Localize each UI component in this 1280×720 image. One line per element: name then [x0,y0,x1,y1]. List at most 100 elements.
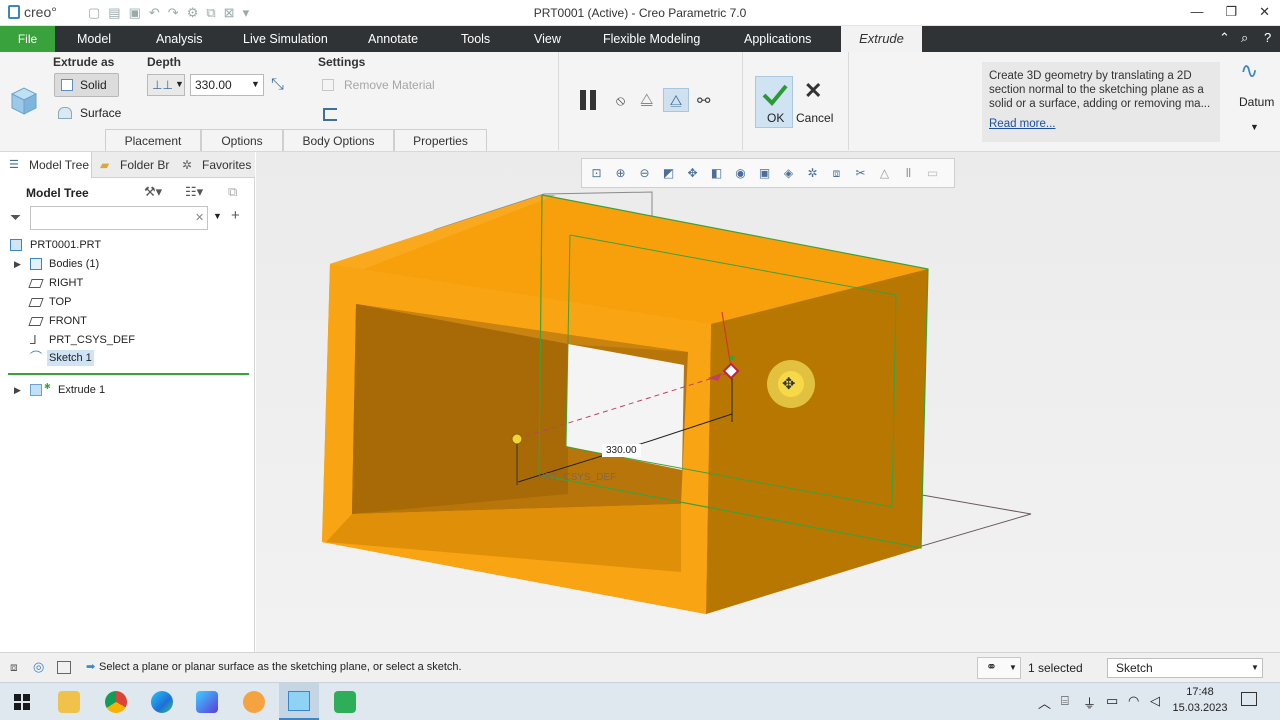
datum-label[interactable]: Datum [1239,95,1274,109]
wifi-icon[interactable]: ◠ [1128,693,1139,709]
notifications-icon[interactable] [1241,692,1257,706]
windows-start-icon[interactable] [14,694,30,710]
depth-type-dropdown[interactable]: ⊥⊥ ▼ [147,74,185,96]
cancel-button[interactable]: ✕ Cancel [796,78,836,128]
chrome-icon[interactable] [105,691,127,713]
remove-material-label: Remove Material [344,78,435,92]
volume-icon[interactable]: ◁ [1150,693,1160,709]
selection-filter-value: Sketch [1116,661,1153,675]
file-menu[interactable]: File [0,26,55,52]
tab-analysis[interactable]: Analysis [156,26,203,52]
close-button[interactable]: ✕ [1259,4,1270,20]
selection-count: 1 selected [1028,661,1083,675]
graphics-window[interactable]: ⊡ ⊕ ⊖ ◩ ✥ ◧ ◉ ▣ ◈ ✲ ⧈ ✂ △ Ⅱ ▭ 330.00 PRT… [256,152,1280,652]
model-viewport[interactable] [256,152,1280,652]
window-title: PRT0001 (Active) - Creo Parametric 7.0 [533,6,747,20]
read-more-link[interactable]: Read more... [989,117,1213,131]
tab-options[interactable]: Options [201,129,283,151]
pause-icon[interactable] [580,90,586,110]
chevron-up-icon[interactable]: ︿ [1038,693,1051,712]
extrude-as-label: Extrude as [53,55,115,69]
tab-model-tree-label: Model Tree [29,158,90,172]
tab-placement[interactable]: Placement [105,129,201,151]
clear-search-icon[interactable]: ✕ [195,211,204,224]
media-app-icon[interactable] [243,691,265,713]
tab-favorites[interactable]: ✲ Favorites [180,152,254,178]
csys-icon: ⅃ [30,333,37,347]
folder-icon: ▰ [100,158,110,172]
collapse-ribbon-icon[interactable]: ⌃ [1219,30,1230,46]
tab-extrude[interactable]: Extrude [841,26,922,52]
flip-direction-icon[interactable]: ⤡ [271,76,284,94]
filter-settings-icon[interactable]: ⧉ [228,184,237,200]
tab-flexible-modeling[interactable]: Flexible Modeling [603,26,700,52]
chevron-down-icon[interactable]: ▼ [1250,122,1259,132]
tab-tools[interactable]: Tools [461,26,490,52]
tab-annotate[interactable]: Annotate [368,26,418,52]
browser-toggle-icon[interactable]: ◎ [33,659,44,675]
pause-icon-bar [590,90,596,110]
search-icon[interactable]: ⌕ [1241,30,1248,46]
ok-button[interactable]: OK [755,76,793,128]
find-button[interactable]: ⚭ ▼ [977,657,1021,679]
no-preview-icon[interactable]: ⦸ [616,92,625,109]
depth-value-field[interactable]: 330.00 ▼ [190,74,264,96]
settings-tools-icon[interactable]: ⚒▾ [144,184,162,200]
menu-bar: File Model Analysis Live Simulation Anno… [0,26,1280,52]
settings-label: Settings [318,55,366,69]
chevron-down-icon[interactable]: ▼ [213,211,222,221]
verify-preview-icon[interactable]: ⧋ [663,88,689,112]
chevron-down-icon[interactable]: ▼ [251,79,260,89]
blind-depth-icon: ⊥⊥ [152,78,173,92]
clock-date[interactable]: 15.03.2023 [1170,702,1230,714]
depth-dimension-label[interactable]: 330.00 [602,444,641,457]
tab-folder-browser-label: Folder Br [120,158,170,172]
tab-live-simulation[interactable]: Live Simulation [243,26,328,52]
selection-filter[interactable]: Sketch ▼ [1107,658,1263,678]
divider [558,52,559,150]
tab-view[interactable]: View [534,26,561,52]
binoculars-icon: ⚭ [986,659,997,674]
tab-body-options[interactable]: Body Options [283,129,394,151]
search-input[interactable]: ✕ [30,206,208,230]
remove-material-icon [322,79,334,91]
navigator-tabs: ☰ Model Tree ▰ Folder Br ✲ Favorites [0,152,255,178]
solid-button[interactable]: Solid [54,73,119,97]
screen-recorder-icon[interactable] [334,691,356,713]
minimize-button[interactable]: — [1190,4,1203,20]
store-app-icon[interactable] [196,691,218,713]
fullscreen-icon[interactable] [57,661,71,674]
tab-properties[interactable]: Properties [394,129,487,151]
verify-mode-icon[interactable]: ⚯ [697,91,710,111]
tab-applications[interactable]: Applications [744,26,811,52]
status-message: Select a plane or planar surface as the … [99,661,462,673]
insert-here-marker[interactable] [8,373,249,375]
restore-button[interactable]: ❐ [1225,4,1237,20]
usb-icon[interactable]: ⌸ [1061,693,1069,709]
attached-preview-icon[interactable]: ⧋ [640,91,653,108]
tree-toggle-icon[interactable]: ⧈ [10,660,18,675]
expand-icon[interactable]: ▶ [14,255,21,273]
windows-taskbar: ︿ ⌸ ⏚ ▭ ◠ ◁ 17:48 15.03.2023 [0,682,1280,720]
microphone-icon[interactable]: ⏚ [1083,693,1096,712]
add-icon[interactable]: + [231,207,240,224]
network-icon[interactable]: ▭ [1106,693,1118,709]
tab-folder-browser[interactable]: ▰ Folder Br [98,152,170,178]
file-explorer-icon[interactable] [58,691,80,713]
csys-label: PRT_CSYS_DEF [538,472,617,483]
creo-taskbar-button[interactable] [279,683,319,720]
thicken-sketch-icon[interactable] [323,108,337,121]
cancel-label: Cancel [796,111,834,125]
edge-icon[interactable] [151,691,173,713]
tab-model[interactable]: Model [77,26,111,52]
help-icon[interactable]: ? [1264,30,1271,45]
clock-time[interactable]: 17:48 [1175,686,1225,698]
chevron-down-icon: ▼ [1009,663,1017,672]
right-face[interactable] [706,269,928,614]
datum-icon[interactable]: ∿ [1240,58,1258,84]
expand-icon[interactable]: ▶ [14,381,21,399]
surface-label: Surface [80,106,122,120]
tab-model-tree[interactable]: ☰ Model Tree [0,152,92,178]
show-icon[interactable]: ☷▾ [185,184,203,200]
ribbon-subtabs: Placement Options Body Options Propertie… [105,129,487,151]
